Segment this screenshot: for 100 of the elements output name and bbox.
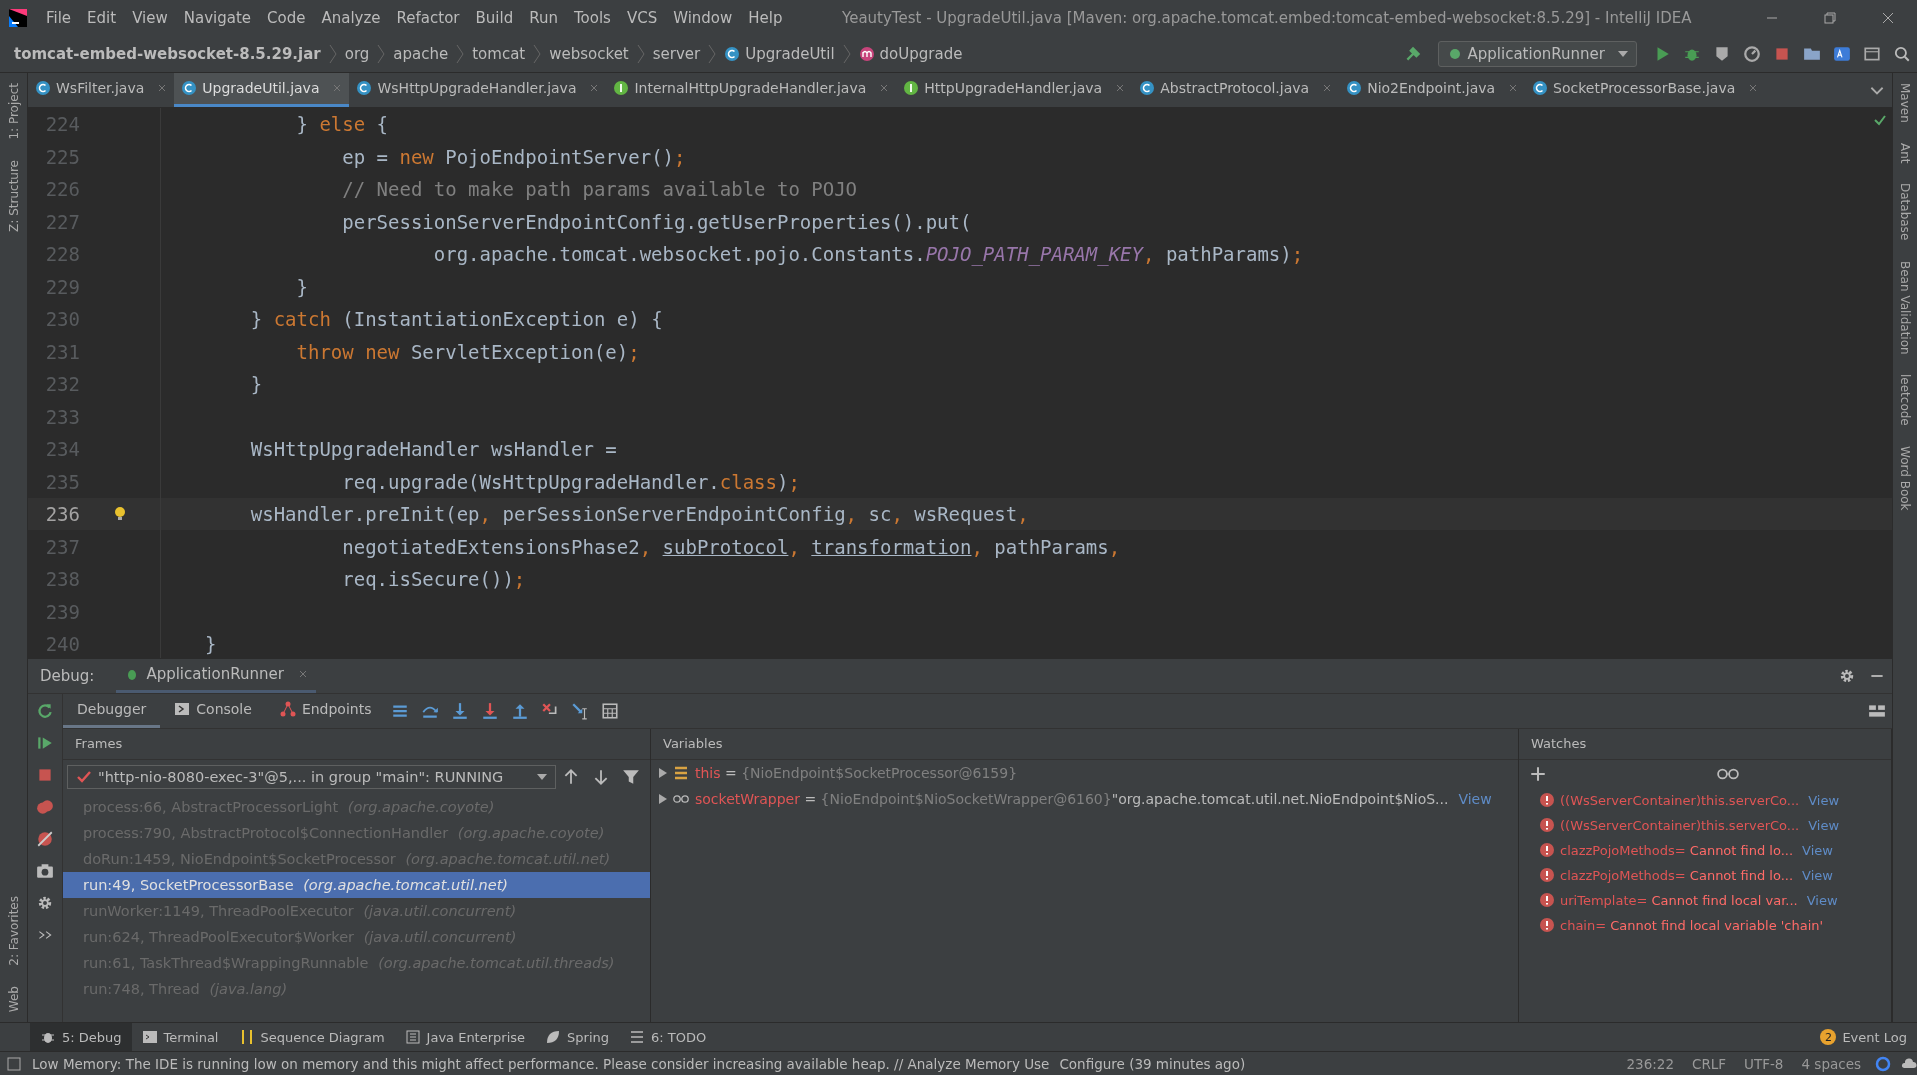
close-icon[interactable]	[1322, 83, 1333, 94]
tool-window-tab[interactable]: leetcode	[1894, 364, 1916, 436]
close-icon[interactable]	[1881, 11, 1895, 25]
force-step-into-icon[interactable]	[481, 701, 500, 720]
thread-dropdown[interactable]: "http-nio-8080-exec-3"@5,... in group "main": RUNNING	[67, 764, 556, 789]
menu-item[interactable]: Help	[740, 9, 791, 27]
status-item[interactable]: 236:22	[1622, 1055, 1678, 1072]
editor-tab[interactable]: InternalHttpUpgradeHandler.java	[606, 73, 897, 107]
code-line: req.upgrade(WsHttpUpgradeHandler.class);	[341, 470, 800, 493]
menu-item[interactable]: Tools	[565, 9, 619, 27]
restore-icon[interactable]	[1823, 11, 1837, 25]
expand-arrow-icon[interactable]	[659, 793, 667, 804]
translate-icon[interactable]	[1833, 45, 1851, 63]
tool-tab[interactable]: Java Enterprise	[394, 1023, 536, 1051]
menu-item[interactable]: Window	[665, 9, 741, 27]
tool-tab[interactable]: Terminal	[131, 1023, 229, 1051]
editor-tab[interactable]: UpgradeUtil.java	[174, 73, 350, 107]
menu-item[interactable]: Analyze	[313, 9, 389, 27]
session-tab[interactable]: ApplicationRunner	[116, 658, 316, 693]
menu-item[interactable]: Build	[467, 9, 522, 27]
status-toggle-icon[interactable]	[6, 1055, 22, 1072]
tool-window-tab[interactable]: Maven	[1894, 73, 1916, 133]
event-log-tab[interactable]: 2 Event Log	[1810, 1023, 1917, 1051]
search-icon[interactable]	[1893, 45, 1911, 63]
jar-breadcrumb[interactable]: tomcat-embed-websocket-8.5.29.jar	[14, 45, 321, 63]
breadcrumb[interactable]: UpgradeUtil	[745, 45, 835, 63]
camera-icon[interactable]	[36, 861, 54, 880]
view-link[interactable]: View	[1808, 817, 1840, 833]
close-icon[interactable]	[1115, 83, 1126, 94]
close-icon[interactable]	[1748, 83, 1759, 94]
status-item[interactable]: CRLF	[1688, 1055, 1731, 1072]
down-arrow-icon[interactable]	[592, 767, 610, 786]
view-link[interactable]: View	[1808, 792, 1840, 808]
mute-breakpoints-icon[interactable]	[36, 829, 54, 848]
menu-item[interactable]: Edit	[79, 9, 125, 27]
stack-frame[interactable]: run:49, SocketProcessorBase (org.apache.tomcat.util.net)	[63, 871, 650, 898]
breadcrumb[interactable]: org	[344, 45, 370, 63]
tool-window-tab[interactable]: Database	[1894, 173, 1916, 251]
tool-window-tab[interactable]: 1: Project	[2, 73, 25, 150]
tool-tab[interactable]: 5: Debug	[30, 1023, 132, 1051]
add-icon[interactable]	[1529, 764, 1547, 783]
tool-tab[interactable]: 6: TODO	[619, 1023, 717, 1051]
tool-window-tab[interactable]: Ant	[1894, 132, 1916, 174]
expand-arrow-icon[interactable]	[659, 767, 667, 778]
calculator-icon[interactable]	[601, 701, 620, 720]
editor-tab[interactable]: HttpUpgradeHandler.java	[896, 73, 1133, 107]
stop-icon[interactable]	[1773, 45, 1791, 63]
lightbulb-icon[interactable]	[114, 506, 126, 523]
coverage-icon[interactable]	[1713, 45, 1731, 63]
menu-item[interactable]: Code	[259, 9, 314, 27]
close-icon[interactable]	[157, 83, 168, 94]
chevron-icon	[636, 44, 645, 64]
editor-tab[interactable]: Nio2Endpoint.java	[1339, 73, 1526, 107]
view-link[interactable]: View	[1806, 892, 1838, 908]
menu-item[interactable]: View	[124, 9, 176, 27]
view-link[interactable]: View	[1802, 867, 1833, 883]
editor-tab[interactable]: SocketProcessorBase.java	[1525, 73, 1766, 107]
filter-icon[interactable]	[622, 767, 640, 786]
status-item[interactable]: UTF-8	[1740, 1055, 1788, 1072]
editor-tab[interactable]: WsHttpUpgradeHandler.java	[349, 73, 607, 107]
tool-tab[interactable]: Spring	[535, 1023, 619, 1051]
menu-item[interactable]: VCS	[618, 9, 666, 27]
run-to-cursor-icon[interactable]	[571, 701, 590, 720]
up-arrow-icon[interactable]	[562, 767, 580, 786]
menu-item[interactable]: Refactor	[388, 9, 468, 27]
window-icon[interactable]	[1863, 45, 1881, 63]
breadcrumb[interactable]: apache	[393, 45, 449, 63]
run-config-dropdown[interactable]: ApplicationRunner	[1437, 41, 1637, 67]
tool-window-tab[interactable]: Bean Validation	[1894, 250, 1916, 365]
menu-item[interactable]: Navigate	[175, 9, 260, 27]
breadcrumb[interactable]: server	[652, 45, 701, 63]
rerun-icon[interactable]	[36, 701, 54, 720]
close-icon[interactable]	[589, 83, 600, 94]
menu-item[interactable]: File	[38, 9, 80, 27]
breakpoints-icon[interactable]	[36, 797, 54, 816]
tool-window-tab[interactable]: Z: Structure	[2, 149, 25, 242]
tool-window-tab[interactable]: Web	[2, 975, 25, 1022]
view-link[interactable]: View	[1802, 842, 1833, 858]
caret-icon	[1618, 51, 1628, 57]
debug-tab[interactable]: Console	[160, 693, 266, 728]
step-into-icon[interactable]	[451, 701, 470, 720]
close-icon[interactable]	[1508, 83, 1519, 94]
status-item[interactable]: 4 spaces	[1797, 1055, 1865, 1072]
view-link[interactable]: View	[1458, 790, 1492, 807]
debug-tab[interactable]: Endpoints	[265, 693, 386, 728]
breadcrumb[interactable]: tomcat	[472, 45, 526, 63]
breadcrumb[interactable]: websocket	[549, 45, 629, 63]
tool-window-tab[interactable]: Word Book	[1894, 436, 1916, 521]
debug-tab[interactable]: Debugger	[63, 693, 161, 728]
editor-tab[interactable]: WsFilter.java	[28, 73, 175, 107]
close-icon[interactable]	[879, 83, 890, 94]
close-icon[interactable]	[297, 669, 308, 680]
folder-icon[interactable]	[1803, 45, 1821, 63]
tool-window-tab[interactable]: 2: Favorites	[2, 886, 25, 976]
editor-tab[interactable]: AbstractProtocol.java	[1132, 73, 1340, 107]
profiler-icon[interactable]	[1743, 45, 1761, 63]
tool-tab[interactable]: Sequence Diagram	[228, 1023, 395, 1051]
menu-item[interactable]: Run	[521, 9, 566, 27]
breadcrumb[interactable]: doUpgrade	[879, 45, 963, 63]
check-icon	[1874, 113, 1886, 126]
